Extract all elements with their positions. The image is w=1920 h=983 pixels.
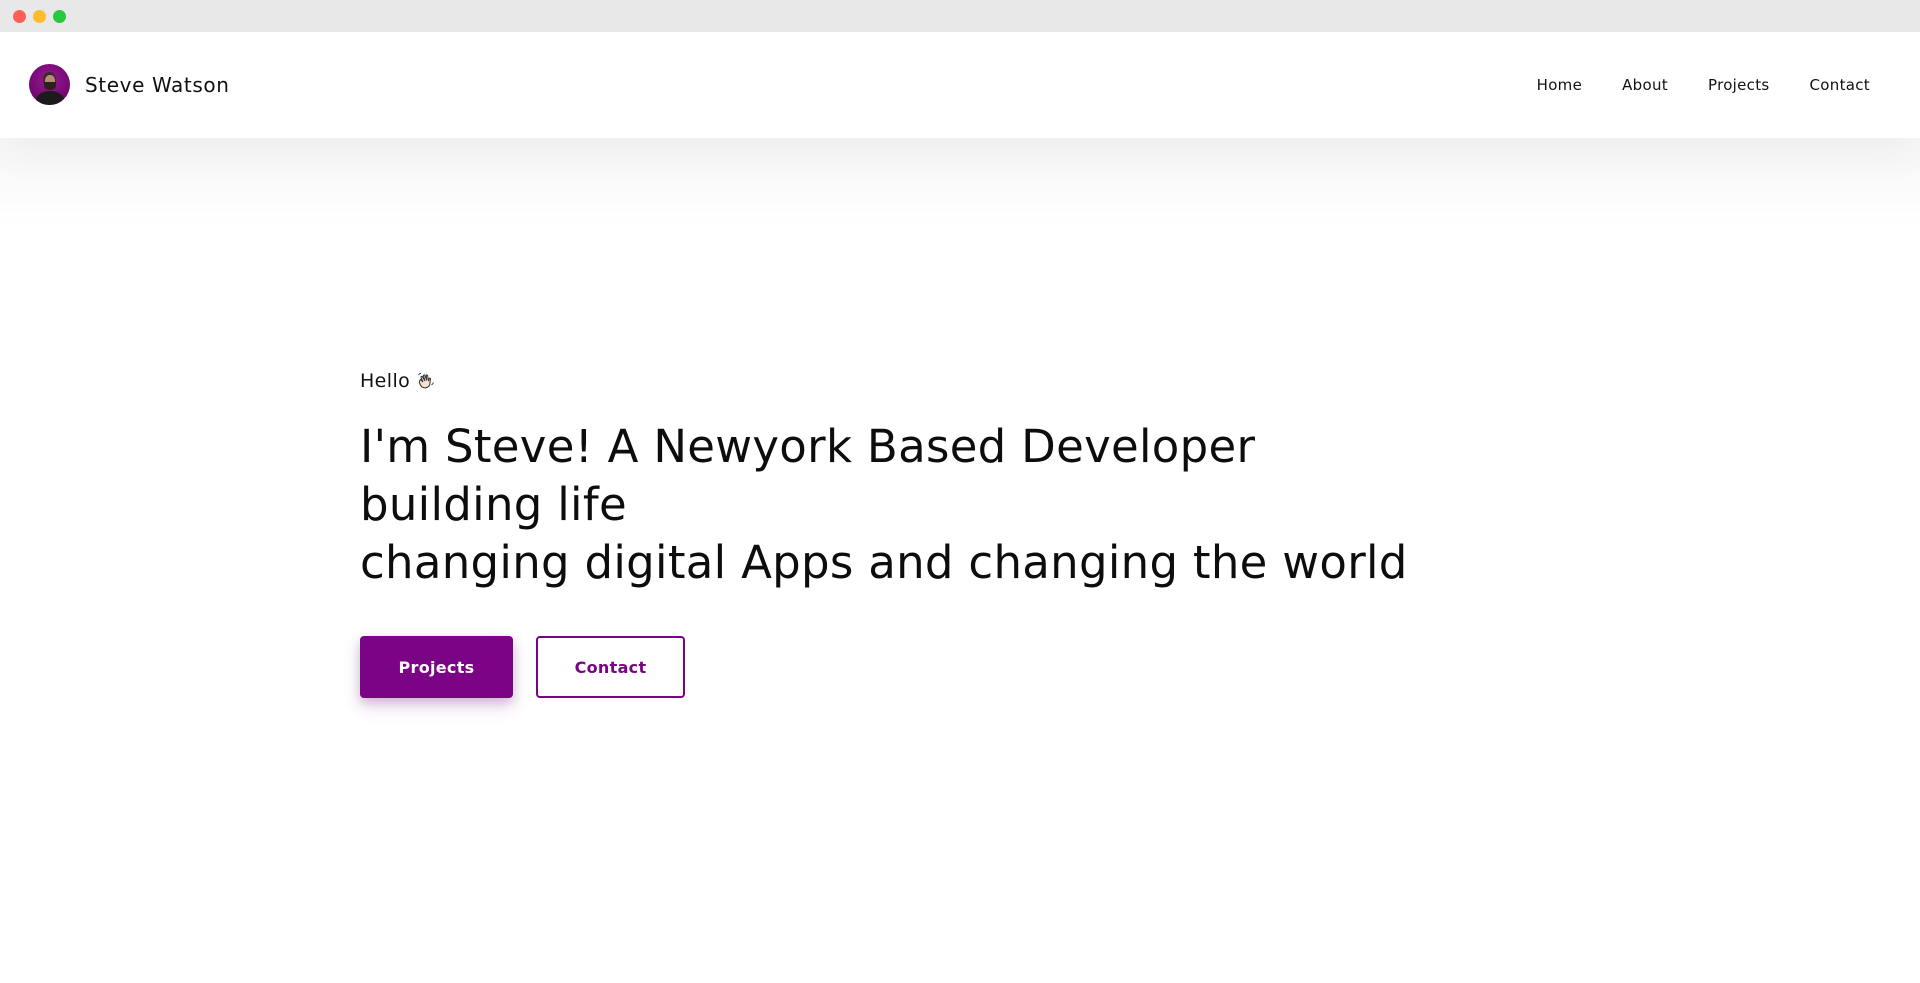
headline-line-2: changing digital Apps and changing the w… (360, 536, 1408, 589)
greeting-text: Hello (360, 370, 411, 392)
headline-line-1: I'm Steve! A Newyork Based Developer bui… (360, 420, 1256, 531)
waving-hand-icon (416, 371, 436, 391)
projects-button[interactable]: Projects (360, 636, 513, 698)
hero-section: Hello I'm Steve! A Newyork Based Develop… (360, 370, 1460, 698)
hero-headline: I'm Steve! A Newyork Based Developer bui… (360, 418, 1440, 592)
nav-link-about[interactable]: About (1622, 76, 1668, 94)
greeting: Hello (360, 370, 1460, 392)
nav-link-projects[interactable]: Projects (1708, 76, 1770, 94)
maximize-window-button[interactable] (53, 10, 66, 23)
contact-button[interactable]: Contact (536, 636, 685, 698)
brand-name[interactable]: Steve Watson (85, 73, 229, 97)
nav-link-home[interactable]: Home (1537, 76, 1583, 94)
nav-link-contact[interactable]: Contact (1810, 76, 1870, 94)
avatar (29, 64, 70, 105)
site-header: Steve Watson Home About Projects Contact (0, 32, 1920, 138)
main-nav: Home About Projects Contact (1497, 76, 1870, 94)
header-shadow (0, 138, 1920, 228)
browser-title-bar (0, 0, 1920, 32)
close-window-button[interactable] (13, 10, 26, 23)
hero-actions: Projects Contact (360, 636, 1460, 698)
brand[interactable]: Steve Watson (29, 64, 229, 105)
minimize-window-button[interactable] (33, 10, 46, 23)
